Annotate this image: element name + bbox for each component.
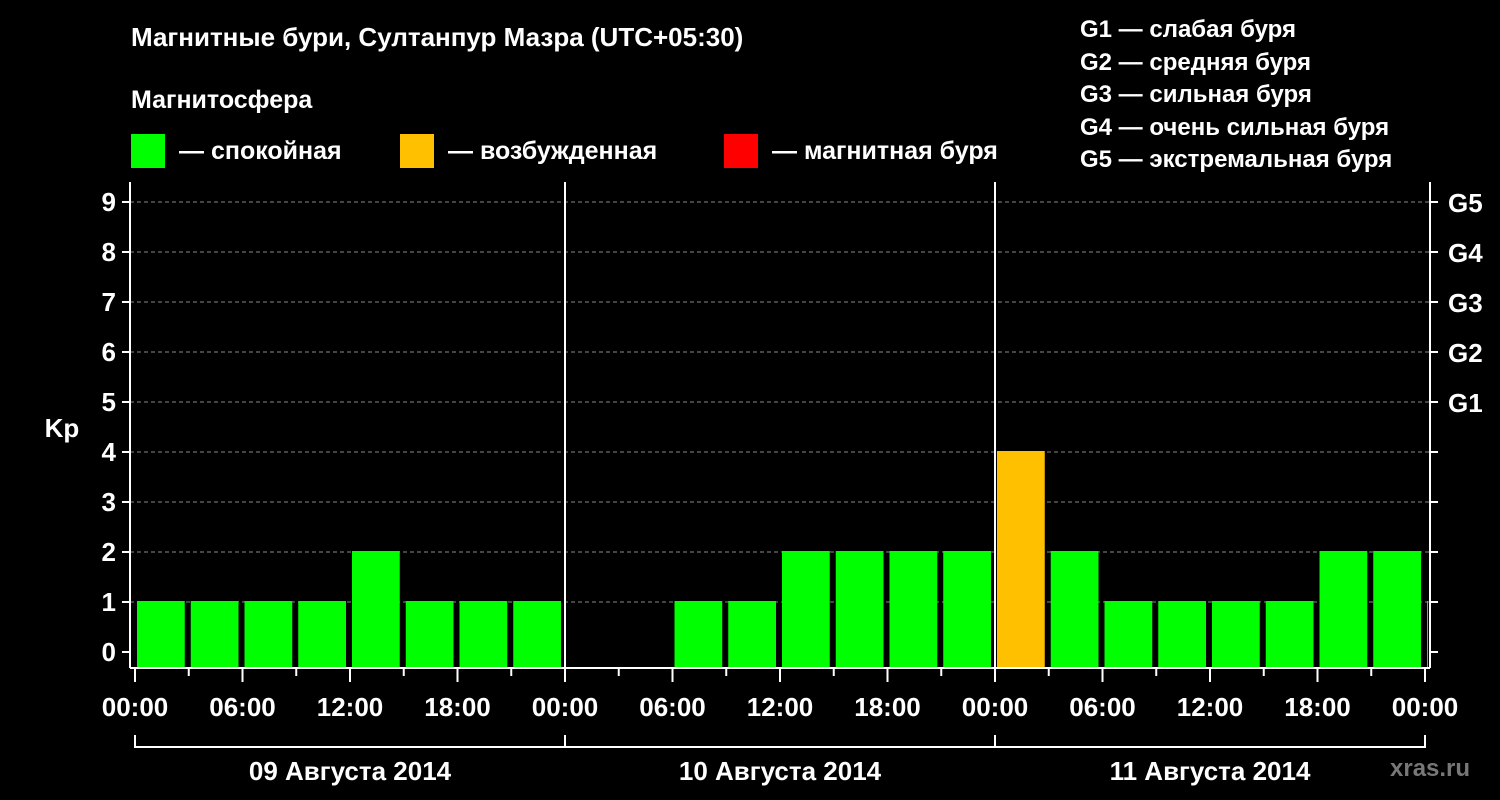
x-tick-label-11: 18:00	[1284, 692, 1351, 722]
x-tick-label-6: 12:00	[747, 692, 814, 722]
y-axis-label: Kp	[45, 413, 80, 443]
kp-bar-18	[1212, 601, 1260, 668]
kp-bar-3	[298, 601, 346, 668]
day-label-0: 09 Августа 2014	[249, 756, 452, 786]
x-tick-label-9: 06:00	[1069, 692, 1136, 722]
kp-bar-0	[137, 601, 185, 668]
right-axis-label-g2: G2	[1448, 338, 1483, 368]
kp-bar-15	[1050, 551, 1099, 668]
kp-bar-5	[405, 601, 454, 668]
x-tick-label-1: 06:00	[209, 692, 276, 722]
kp-bar-19	[1265, 601, 1314, 668]
x-tick-label-12: 00:00	[1392, 692, 1459, 722]
y-tick-label-4: 4	[102, 437, 117, 467]
kp-bar-16	[1104, 601, 1153, 668]
day-label-2: 11 Августа 2014	[1110, 756, 1311, 786]
right-axis-label-g4: G4	[1448, 238, 1483, 268]
kp-bar-7	[513, 601, 561, 668]
kp-bar-2	[244, 601, 293, 668]
x-tick-label-4: 00:00	[532, 692, 599, 722]
kp-bar-14	[997, 451, 1045, 668]
kp-bar-17	[1158, 601, 1206, 668]
x-tick-label-5: 06:00	[639, 692, 706, 722]
kp-bar-1	[190, 601, 239, 668]
x-tick-label-0: 00:00	[102, 692, 169, 722]
kp-bar-21	[1373, 551, 1421, 668]
y-tick-label-7: 7	[102, 287, 116, 317]
x-tick-label-3: 18:00	[424, 692, 491, 722]
right-axis-label-g1: G1	[1448, 388, 1483, 418]
kp-bar-20	[1319, 551, 1368, 668]
y-tick-label-6: 6	[102, 337, 116, 367]
x-tick-label-7: 18:00	[854, 692, 921, 722]
y-tick-label-2: 2	[102, 537, 116, 567]
y-tick-label-5: 5	[102, 387, 116, 417]
kp-bar-6	[459, 601, 508, 668]
kp-bar-4	[352, 551, 400, 668]
x-tick-label-8: 00:00	[962, 692, 1029, 722]
y-tick-label-3: 3	[102, 487, 116, 517]
kp-bar-chart: 0 1 2 3 4 5 6 7 8 9 G1 G2 G3 G4 G5 Kp 00:00 06:00 12:00 18:…	[45, 182, 1483, 786]
x-tick-label-2: 12:00	[317, 692, 384, 722]
y-tick-label-1: 1	[102, 587, 116, 617]
y-tick-label-9: 9	[102, 187, 116, 217]
kp-bar-8	[674, 601, 723, 668]
right-axis-label-g5: G5	[1448, 188, 1483, 218]
kp-bar-10	[782, 551, 830, 668]
watermark: xras.ru	[1390, 755, 1471, 782]
kp-bar-22	[1427, 601, 1428, 668]
kp-bar-11	[835, 551, 884, 668]
kp-bar-13	[943, 551, 991, 668]
day-label-1: 10 Августа 2014	[679, 756, 882, 786]
kp-bar-9	[728, 601, 776, 668]
y-tick-label-8: 8	[102, 237, 116, 267]
right-axis-label-g3: G3	[1448, 288, 1483, 318]
y-tick-label-0: 0	[102, 637, 116, 667]
kp-bar-12	[889, 551, 938, 668]
x-tick-label-10: 12:00	[1177, 692, 1244, 722]
